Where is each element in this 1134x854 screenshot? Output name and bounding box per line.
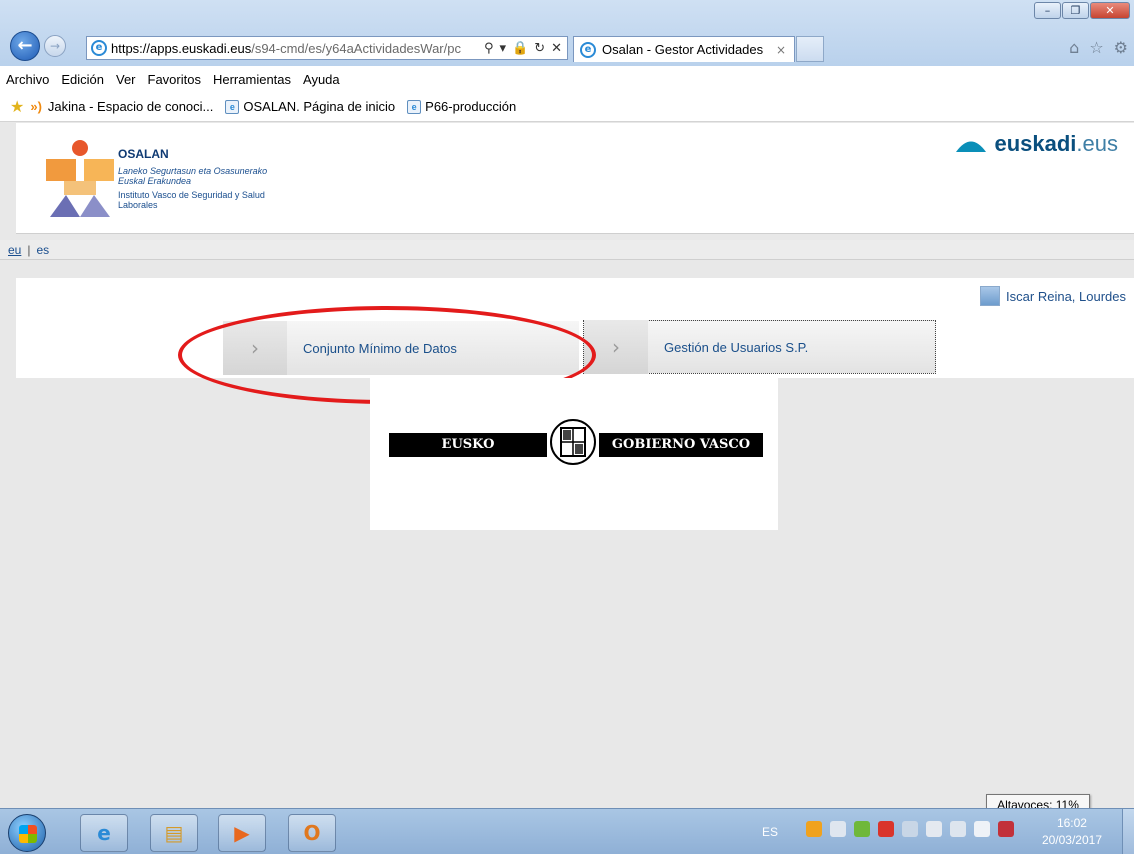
- menu-ver[interactable]: Ver: [116, 72, 136, 87]
- address-tools: ⚲ ▾ 🔒 ↻ ✕: [484, 41, 567, 56]
- window-controls: – ❐ ✕: [1034, 2, 1130, 19]
- favorite-label: Jakina - Espacio de conoci...: [47, 99, 214, 114]
- tab-close-icon[interactable]: ×: [776, 43, 786, 57]
- tab-osalan[interactable]: e Osalan - Gestor Actividades ×: [573, 36, 795, 62]
- lang-separator: |: [27, 242, 31, 257]
- url-host: https://apps.euskadi.eus: [111, 40, 252, 56]
- home-icon[interactable]: ⌂: [1069, 38, 1079, 57]
- tray-green-icon[interactable]: [854, 821, 870, 837]
- gv-right-text: GOBIERNO VASCO: [599, 433, 763, 457]
- feed-icon[interactable]: »): [30, 99, 42, 114]
- tray-tool-icon[interactable]: [830, 821, 846, 837]
- new-tab-button[interactable]: [796, 36, 824, 62]
- lang-eu-link[interactable]: eu: [8, 243, 21, 257]
- language-indicator[interactable]: ES: [762, 825, 778, 839]
- gestion-usuarios-button[interactable]: › Gestión de Usuarios S.P.: [583, 320, 936, 374]
- brand-light: .eus: [1076, 131, 1118, 156]
- url-text[interactable]: https://apps.euskadi.eus/s94-cmd/es/y64a…: [111, 41, 461, 56]
- taskbar-explorer-icon[interactable]: ▤: [150, 814, 198, 852]
- tab-ie-icon: e: [580, 41, 596, 58]
- euskadi-logo[interactable]: euskadi.eus: [954, 131, 1118, 157]
- favorite-p66[interactable]: e P66-producción: [407, 99, 516, 114]
- osalan-logo: [46, 140, 114, 217]
- favorite-label: P66-producción: [425, 99, 517, 114]
- search-icon[interactable]: ⚲: [484, 41, 494, 56]
- windows-logo-icon: [19, 825, 37, 843]
- stop-icon[interactable]: ✕: [551, 41, 562, 56]
- favorites-star-icon[interactable]: ☆: [1089, 38, 1103, 57]
- brand-bold: euskadi: [994, 131, 1077, 156]
- address-bar[interactable]: e https://apps.euskadi.eus/s94-cmd/es/y6…: [86, 36, 568, 60]
- coat-of-arms-icon: [550, 419, 596, 465]
- page-header: OSALAN Laneko Segurtasun eta Osasunerako…: [16, 123, 1134, 234]
- system-tray: [806, 821, 1014, 837]
- maximize-button[interactable]: ❐: [1062, 2, 1089, 19]
- menu-herramientas[interactable]: Herramientas: [213, 72, 291, 87]
- gobierno-vasco-banner: EUSKO JAURLARITZA GOBIERNO VASCO: [389, 418, 763, 476]
- language-bar: eu | es: [0, 240, 1134, 260]
- user-info[interactable]: Iscar Reina, Lourdes: [980, 286, 1126, 306]
- forward-button[interactable]: →: [44, 35, 66, 57]
- tray-network-icon[interactable]: [902, 821, 918, 837]
- org-subtitle-es: Instituto Vasco de Seguridad y Salud Lab…: [118, 190, 265, 210]
- clock-date: 20/03/2017: [1041, 833, 1102, 847]
- minimize-button[interactable]: –: [1034, 2, 1061, 19]
- menu-archivo[interactable]: Archivo: [6, 72, 49, 87]
- page-icon: e: [407, 99, 422, 114]
- flag-icon[interactable]: [926, 821, 942, 837]
- mcafee-icon[interactable]: [998, 821, 1014, 837]
- euskadi-arc-icon: [956, 141, 987, 152]
- clock-time: 16:02: [1056, 816, 1087, 830]
- taskbar: e ▤ ▶ O ES 16:02 20/03/2017: [0, 808, 1134, 854]
- gear-icon[interactable]: ⚙: [1114, 38, 1128, 57]
- menu-button-label: Gestión de Usuarios S.P.: [664, 339, 809, 355]
- euskadi-brand: euskadi.eus: [994, 131, 1118, 157]
- browser-titlebar: – ❐ ✕ ← → e https://apps.euskadi.eus/s94…: [0, 0, 1134, 66]
- lang-es-link[interactable]: es: [36, 243, 49, 257]
- speaker-icon[interactable]: [974, 821, 990, 837]
- org-name: OSALAN: [118, 147, 169, 161]
- favorite-osalan[interactable]: e OSALAN. Página de inicio: [225, 99, 395, 114]
- browser-tools: ⌂ ☆ ⚙: [1069, 38, 1128, 57]
- favorite-jakina[interactable]: Jakina - Espacio de conoci...: [48, 99, 213, 114]
- taskbar-player-icon[interactable]: ▶: [218, 814, 266, 852]
- clock[interactable]: 16:02 20/03/2017: [1042, 815, 1102, 849]
- favorite-label: OSALAN. Página de inicio: [243, 99, 396, 114]
- gv-left-text: EUSKO JAURLARITZA: [389, 433, 547, 476]
- ie-page-icon: e: [91, 40, 107, 56]
- org-subtitle-eu: Laneko Segurtasun eta Osasunerako Euskal…: [118, 166, 268, 186]
- favorites-star-icon[interactable]: ★: [10, 97, 24, 117]
- avatar: [980, 286, 1001, 306]
- tab-label: Osalan - Gestor Actividades: [602, 42, 764, 57]
- lock-icon[interactable]: 🔒: [512, 41, 528, 56]
- url-path: /s94-cmd/es/y64aActividadesWar/pc: [251, 40, 461, 56]
- menu-favoritos[interactable]: Favoritos: [148, 72, 201, 87]
- page-icon: e: [225, 99, 240, 114]
- tray-display-icon[interactable]: [950, 821, 966, 837]
- menu-ayuda[interactable]: Ayuda: [303, 72, 340, 87]
- taskbar-ie-icon[interactable]: e: [80, 814, 128, 852]
- start-button[interactable]: [8, 814, 46, 852]
- close-window-button[interactable]: ✕: [1090, 2, 1130, 19]
- favorites-bar: ★ ») Jakina - Espacio de conoci... e OSAL…: [0, 92, 1134, 122]
- tray-red-icon[interactable]: [878, 821, 894, 837]
- menu-edicion[interactable]: Edición: [61, 72, 104, 87]
- user-name: Iscar Reina, Lourdes: [1006, 288, 1126, 304]
- show-desktop-button[interactable]: [1122, 809, 1134, 854]
- menu-bar: Archivo Edición Ver Favoritos Herramient…: [0, 66, 1134, 92]
- back-button[interactable]: ←: [10, 31, 40, 61]
- office-tray-icon[interactable]: [806, 821, 822, 837]
- taskbar-outlook-icon[interactable]: O: [288, 814, 336, 852]
- dropdown-icon[interactable]: ▾: [499, 41, 506, 56]
- refresh-icon[interactable]: ↻: [534, 41, 545, 56]
